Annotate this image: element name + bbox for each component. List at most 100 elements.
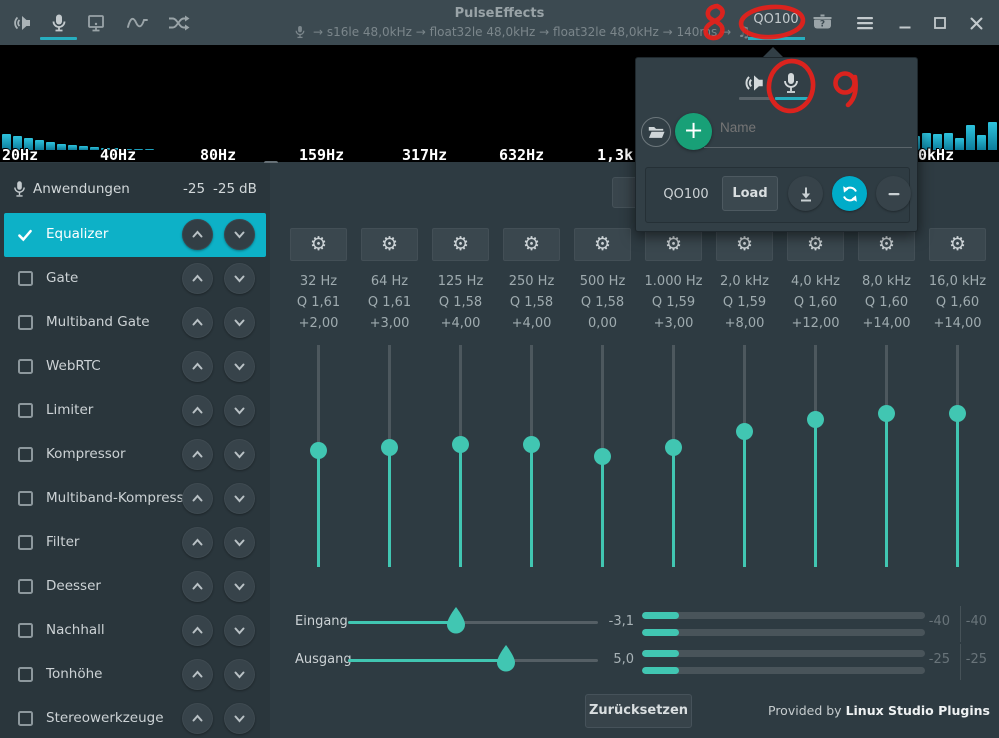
effect-checkbox[interactable]	[18, 271, 33, 286]
sidebar-item-webrtc[interactable]: WebRTC	[4, 345, 266, 389]
sidebar-item-filter[interactable]: Filter	[4, 521, 266, 565]
move-down-button[interactable]	[224, 439, 255, 470]
reset-button[interactable]: Zurücksetzen	[585, 694, 692, 728]
effect-checkbox[interactable]	[18, 315, 33, 330]
popup-input-tab[interactable]	[776, 70, 806, 96]
slider-handle[interactable]	[310, 442, 327, 459]
gain-slider-track[interactable]	[348, 659, 598, 662]
delete-preset-button[interactable]	[876, 176, 911, 211]
move-up-button[interactable]	[182, 483, 213, 514]
popup-output-tab[interactable]	[739, 70, 769, 96]
move-down-button[interactable]	[224, 483, 255, 514]
band-gain-slider[interactable]	[354, 345, 425, 567]
sidebar-item-tonh-he[interactable]: Tonhöhe	[4, 653, 266, 697]
effect-checkbox[interactable]	[18, 623, 33, 638]
band-gain-slider[interactable]	[638, 345, 709, 567]
band-settings-button[interactable]: ⚙	[929, 228, 986, 261]
save-preset-button[interactable]	[788, 176, 823, 211]
sidebar-item-kompressor[interactable]: Kompressor	[4, 433, 266, 477]
band-gain-slider[interactable]	[922, 345, 993, 567]
close-button[interactable]	[963, 10, 989, 36]
effect-checkbox[interactable]	[18, 403, 33, 418]
band-settings-button[interactable]: ⚙	[645, 228, 702, 261]
load-preset-button[interactable]: Load	[722, 176, 778, 211]
move-up-button[interactable]	[182, 395, 213, 426]
band-gain-slider[interactable]	[496, 345, 567, 567]
move-up-button[interactable]	[182, 263, 213, 294]
import-preset-button[interactable]	[641, 117, 671, 147]
move-down-button[interactable]	[224, 703, 255, 734]
gain-slider-handle[interactable]	[497, 645, 515, 676]
effect-checkbox[interactable]	[18, 535, 33, 550]
effect-checkbox[interactable]	[18, 447, 33, 462]
sidebar-item-gate[interactable]: Gate	[4, 257, 266, 301]
effect-checkbox[interactable]	[18, 491, 33, 506]
preset-dropdown-button[interactable]: QO100	[746, 8, 806, 38]
slider-handle[interactable]	[949, 405, 966, 422]
slider-handle[interactable]	[736, 423, 753, 440]
slider-handle[interactable]	[807, 411, 824, 428]
band-settings-button[interactable]: ⚙	[858, 228, 915, 261]
sidebar-item-limiter[interactable]: Limiter	[4, 389, 266, 433]
sidebar-item-multiband-gate[interactable]: Multiband Gate	[4, 301, 266, 345]
applications-header[interactable]: Anwendungen -25 -25 dB	[0, 163, 270, 213]
band-gain-slider[interactable]	[567, 345, 638, 567]
sidebar-item-stereowerkzeuge[interactable]: Stereowerkzeuge	[4, 697, 266, 738]
move-down-button[interactable]	[224, 219, 255, 250]
maximize-button[interactable]	[927, 10, 953, 36]
band-settings-button[interactable]: ⚙	[432, 228, 489, 261]
band-gain-slider[interactable]	[709, 345, 780, 567]
slider-handle[interactable]	[381, 439, 398, 456]
band-settings-button[interactable]: ⚙	[574, 228, 631, 261]
preset-name-input[interactable]	[720, 120, 912, 135]
move-up-button[interactable]	[182, 307, 213, 338]
sidebar-item-equalizer[interactable]: Equalizer	[4, 213, 266, 257]
move-up-button[interactable]	[182, 571, 213, 602]
slider-handle[interactable]	[665, 439, 682, 456]
band-gain-slider[interactable]	[780, 345, 851, 567]
menu-button[interactable]	[852, 10, 878, 36]
band-settings-button[interactable]: ⚙	[503, 228, 560, 261]
band-settings-button[interactable]: ⚙	[290, 228, 347, 261]
sidebar-item-deesser[interactable]: Deesser	[4, 565, 266, 609]
move-up-button[interactable]	[182, 219, 213, 250]
move-up-button[interactable]	[182, 615, 213, 646]
band-gain-slider[interactable]	[851, 345, 922, 567]
move-down-button[interactable]	[224, 527, 255, 558]
band-gain-slider[interactable]	[283, 345, 354, 567]
add-preset-button[interactable]: +	[675, 113, 712, 150]
effect-checkbox[interactable]	[18, 667, 33, 682]
slider-handle[interactable]	[523, 436, 540, 453]
band-settings-button[interactable]: ⚙	[361, 228, 418, 261]
slider-handle[interactable]	[878, 405, 895, 422]
move-up-button[interactable]	[182, 659, 213, 690]
autoload-preset-button[interactable]	[832, 176, 867, 211]
gain-slider-track[interactable]	[348, 621, 598, 624]
slider-handle[interactable]	[594, 448, 611, 465]
move-down-button[interactable]	[224, 571, 255, 602]
minimize-button[interactable]	[892, 10, 918, 36]
sidebar-item-multiband-kompressor[interactable]: Multiband-Kompressor	[4, 477, 266, 521]
move-down-button[interactable]	[224, 263, 255, 294]
move-up-button[interactable]	[182, 527, 213, 558]
sidebar-item-nachhall[interactable]: Nachhall	[4, 609, 266, 653]
effect-checkbox[interactable]	[18, 711, 33, 726]
move-up-button[interactable]	[182, 703, 213, 734]
move-down-button[interactable]	[224, 395, 255, 426]
effect-checkbox[interactable]	[18, 359, 33, 374]
move-up-button[interactable]	[182, 439, 213, 470]
slider-handle[interactable]	[452, 436, 469, 453]
help-button[interactable]: ?	[810, 10, 834, 34]
move-up-button[interactable]	[182, 351, 213, 382]
move-down-button[interactable]	[224, 307, 255, 338]
move-down-button[interactable]	[224, 615, 255, 646]
band-gain-slider[interactable]	[425, 345, 496, 567]
move-down-button[interactable]	[224, 659, 255, 690]
equalizer-bands: ⚙32 HzQ 1,61+2,00⚙64 HzQ 1,61+3,00⚙125 H…	[283, 228, 993, 573]
effect-checkbox[interactable]	[18, 579, 33, 594]
gain-slider-handle[interactable]	[447, 607, 465, 638]
band-settings-button[interactable]: ⚙	[787, 228, 844, 261]
effect-label: Deesser	[46, 578, 101, 594]
band-settings-button[interactable]: ⚙	[716, 228, 773, 261]
move-down-button[interactable]	[224, 351, 255, 382]
